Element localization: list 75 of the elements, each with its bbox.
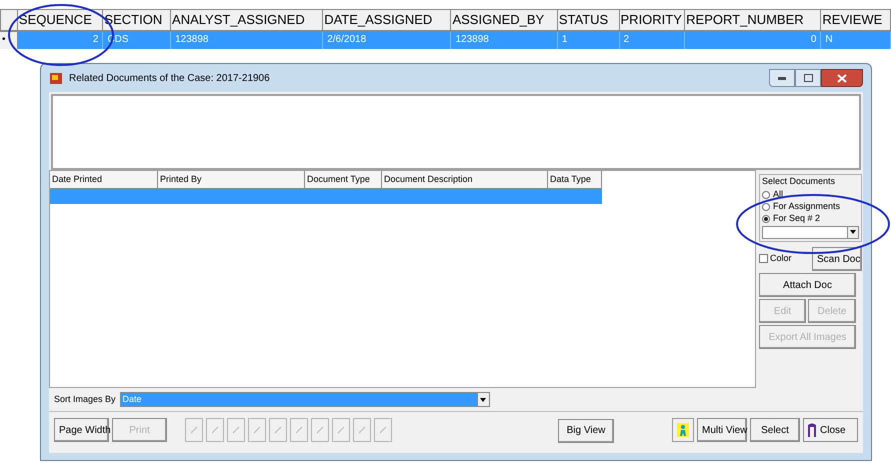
toolbar-button[interactable] bbox=[290, 418, 308, 442]
minimize-icon bbox=[778, 76, 786, 80]
toolbar-button[interactable] bbox=[353, 418, 371, 442]
column-header[interactable]: PRIORITY bbox=[620, 9, 686, 31]
button[interactable]: Select bbox=[750, 418, 800, 442]
toolbar-button[interactable] bbox=[185, 418, 203, 442]
radio-button[interactable] bbox=[762, 190, 770, 198]
tool-icon bbox=[253, 426, 261, 434]
column-header[interactable]: Date Printed bbox=[50, 171, 158, 189]
radio-button[interactable] bbox=[762, 214, 770, 222]
checkbox[interactable] bbox=[759, 254, 768, 263]
text-area[interactable] bbox=[51, 94, 861, 170]
column-header[interactable]: Data Type bbox=[548, 171, 602, 189]
tool-icon bbox=[316, 426, 324, 434]
app-icon bbox=[49, 71, 63, 85]
close-dialog-button[interactable]: Close bbox=[803, 418, 858, 442]
person-icon bbox=[677, 423, 689, 437]
button[interactable]: Big View bbox=[558, 418, 614, 443]
button[interactable]: Multi View bbox=[697, 418, 747, 442]
window-title: Related Documents of the Case: 2017-21906 bbox=[69, 72, 270, 86]
tool-icon bbox=[232, 426, 240, 434]
toolbar-button[interactable] bbox=[248, 418, 266, 442]
table-cell: 2/6/2018 bbox=[323, 32, 452, 49]
table-cell: 2 bbox=[620, 32, 686, 49]
tool-icon bbox=[358, 426, 366, 434]
table-cell: 1 bbox=[558, 32, 620, 49]
radio-label: For Seq # 2 bbox=[773, 212, 820, 225]
column-header[interactable]: REPORT_NUMBER bbox=[685, 9, 822, 31]
toolbar-button[interactable] bbox=[311, 418, 329, 442]
column-header[interactable]: SECTION bbox=[103, 9, 172, 31]
close-button[interactable] bbox=[821, 69, 863, 87]
column-header[interactable]: STATUS bbox=[558, 9, 620, 31]
table-cell: 2 bbox=[18, 32, 104, 49]
column-header[interactable]: Document Type bbox=[305, 171, 382, 189]
column-header[interactable]: ANALYST_ASSIGNED bbox=[171, 9, 324, 31]
button[interactable]: Scan Doc bbox=[812, 247, 862, 271]
column-header[interactable]: Printed By bbox=[158, 171, 305, 189]
column-header[interactable]: REVIEWE bbox=[821, 9, 891, 31]
checkbox-label: Color bbox=[770, 252, 792, 264]
group-title: Select Documents bbox=[762, 175, 836, 188]
caret-icon bbox=[480, 398, 486, 402]
radio-label: All bbox=[773, 188, 784, 201]
figure-button[interactable] bbox=[672, 418, 694, 442]
sort-label: Sort Images By bbox=[54, 392, 116, 406]
table-cell: 123898 bbox=[451, 32, 558, 49]
tool-icon bbox=[190, 426, 198, 434]
tool-icon bbox=[274, 426, 282, 434]
close-icon bbox=[837, 74, 847, 82]
list-row[interactable] bbox=[50, 189, 602, 204]
radio-label: For Assignments bbox=[773, 200, 840, 213]
column-header[interactable]: Document Description bbox=[382, 171, 548, 189]
minimize-button[interactable] bbox=[769, 69, 795, 87]
column-header[interactable]: DATE_ASSIGNED bbox=[323, 9, 452, 31]
documents-list[interactable]: Date Printed Printed By Document Type Document Description Data Type bbox=[49, 170, 756, 388]
maximize-icon bbox=[804, 74, 812, 82]
radio-button[interactable] bbox=[762, 202, 770, 210]
toolbar-button[interactable] bbox=[374, 418, 392, 442]
table-cell: 123898 bbox=[171, 32, 324, 49]
button[interactable]: Attach Doc bbox=[759, 273, 856, 297]
tool-icon bbox=[379, 426, 387, 434]
toolbar-button[interactable] bbox=[332, 418, 350, 442]
table-cell: N bbox=[821, 32, 891, 49]
toolbar-button[interactable] bbox=[227, 418, 245, 442]
table-cell: 0 bbox=[685, 32, 822, 49]
column-header[interactable]: SEQUENCE bbox=[18, 9, 104, 31]
door-icon bbox=[807, 423, 817, 437]
tool-icon bbox=[295, 426, 303, 434]
button[interactable]: Page Width bbox=[54, 418, 109, 442]
maximize-button[interactable] bbox=[795, 69, 821, 87]
tool-icon bbox=[337, 426, 345, 434]
toolbar-button[interactable] bbox=[206, 418, 224, 442]
tool-icon bbox=[211, 426, 219, 434]
column-header[interactable]: ASSIGNED_BY bbox=[451, 9, 558, 31]
caret-icon bbox=[850, 230, 856, 234]
toolbar-button[interactable] bbox=[269, 418, 287, 442]
